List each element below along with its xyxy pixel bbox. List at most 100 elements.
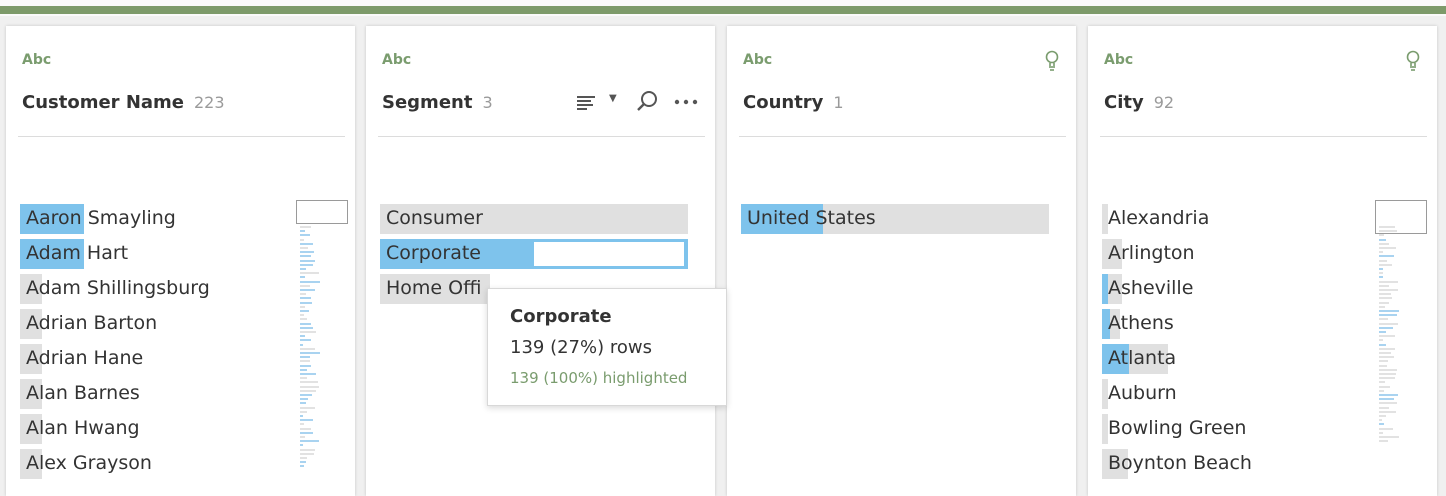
distribution-tick: [1379, 347, 1395, 350]
header-divider: [378, 136, 705, 137]
distribution-tick: [1379, 343, 1386, 346]
selection-box: [534, 242, 684, 266]
distribution-tick: [1379, 305, 1385, 308]
data-type-label: Abc: [1104, 52, 1134, 68]
distribution-tick: [300, 415, 303, 417]
distribution-tick: [1379, 398, 1394, 401]
distinct-count: 92: [1153, 93, 1175, 112]
value-label: Auburn: [1108, 382, 1177, 404]
distribution-tick: [1379, 385, 1390, 388]
distribution-tick: [1379, 247, 1396, 249]
header-divider: [18, 136, 345, 137]
field-name: Country: [743, 92, 824, 113]
sort-icon[interactable]: [577, 94, 597, 112]
distribution-tick: [300, 230, 305, 233]
distribution-tick: [300, 406, 315, 409]
distribution-tick: [300, 465, 304, 468]
distribution-tick: [300, 427, 311, 430]
distribution-tick: [300, 339, 311, 342]
distribution-tick: [1379, 293, 1391, 296]
distribution-tick: [300, 322, 311, 325]
value-label: Home Offi: [386, 277, 482, 299]
distribution-tick: [1379, 356, 1394, 359]
value-label: Consumer: [386, 207, 483, 229]
chevron-down-icon[interactable]: ▼: [609, 93, 617, 104]
distribution-tick: [1379, 251, 1383, 254]
value-label: Arlington: [1108, 242, 1195, 264]
distribution-tick: [300, 335, 305, 338]
value-label: Asheville: [1108, 277, 1194, 299]
distribution-tick: [1379, 394, 1398, 396]
distribution-scroll-overview[interactable]: [296, 200, 348, 480]
distribution-tick: [1379, 234, 1384, 237]
value-label: Adam Hart: [26, 242, 129, 264]
distribution-tick: [300, 276, 305, 279]
distribution-tick: [300, 272, 319, 275]
distribution-tick: [300, 419, 313, 422]
value-label: Adrian Hane: [26, 347, 144, 369]
scroll-viewport-indicator[interactable]: [296, 200, 348, 224]
top-bar: [0, 0, 1446, 16]
distribution-tick: [1379, 259, 1387, 262]
distribution-tick: [1379, 368, 1397, 371]
distribution-scroll-overview[interactable]: [1375, 200, 1427, 480]
distribution-tick: [300, 389, 316, 392]
distribution-tick: [1379, 322, 1398, 325]
data-type-label: Abc: [22, 52, 52, 68]
distribution-tick: [300, 436, 305, 438]
segment-tooltip: Corporate 139 (27%) rows 139 (100%) high…: [487, 288, 727, 406]
list-item-selected[interactable]: Corporate: [380, 239, 688, 269]
distribution-tick: [1379, 314, 1397, 317]
distribution-tick: [300, 226, 311, 228]
tooltip-title: Corporate: [510, 306, 612, 327]
distinct-count: 223: [194, 93, 225, 112]
header-divider: [1100, 136, 1427, 137]
distribution-tick: [1379, 310, 1399, 312]
distribution-tick: [300, 352, 320, 354]
field-header[interactable]: Country 1: [743, 92, 844, 113]
field-header[interactable]: Customer Name 223: [22, 92, 225, 113]
distribution-tick: [1379, 263, 1392, 266]
distribution-tick: [1379, 289, 1398, 291]
distribution-tick: [1379, 389, 1384, 392]
list-item[interactable]: Consumer: [380, 204, 688, 234]
list-item[interactable]: United States: [741, 204, 1049, 234]
distribution-tick: [1379, 440, 1388, 443]
distribution-tick: [300, 356, 310, 359]
distribution-tick: [300, 293, 306, 296]
lightbulb-icon[interactable]: [1406, 50, 1420, 72]
distribution-tick: [300, 452, 314, 455]
search-icon[interactable]: [635, 90, 659, 114]
distribution-tick: [300, 263, 313, 266]
distribution-tick: [300, 431, 313, 434]
distribution-tick: [300, 444, 303, 447]
distribution-tick: [300, 402, 306, 405]
distribution-tick: [1379, 377, 1395, 380]
field-header[interactable]: Segment 3: [382, 92, 493, 113]
profile-card-customer-name[interactable]: Abc Customer Name 223 Aaron Smayling Adam…: [6, 26, 355, 496]
profile-card-country[interactable]: Abc Country 1 United States: [727, 26, 1076, 496]
scroll-viewport-indicator[interactable]: [1375, 200, 1427, 234]
more-options-icon[interactable]: [674, 98, 700, 106]
field-header[interactable]: City 92: [1104, 92, 1174, 113]
distribution-tick: [300, 331, 316, 333]
profile-card-city[interactable]: Abc City 92 Alexandria Arlington Ashevill…: [1088, 26, 1437, 496]
distribution-tick: [300, 238, 304, 241]
distribution-tick: [1379, 427, 1393, 430]
distribution-tick: [300, 326, 313, 329]
distribution-tick: [300, 318, 307, 321]
lightbulb-icon[interactable]: [1045, 50, 1059, 72]
value-label: Boynton Beach: [1108, 452, 1252, 474]
distribution-tick: [1379, 415, 1386, 417]
distribution-tick: [300, 347, 315, 350]
distribution-tick: [300, 457, 307, 459]
distribution-tick: [300, 234, 310, 237]
value-label: Athens: [1108, 312, 1174, 334]
profile-card-segment[interactable]: Abc Segment 3 ▼ Consumer Corporate Home O…: [366, 26, 715, 496]
distribution-tick: [1379, 238, 1386, 241]
distribution-tick: [1379, 406, 1389, 409]
distribution-tick: [300, 247, 308, 249]
value-label: Bowling Green: [1108, 417, 1247, 439]
distribution-tick: [1379, 326, 1393, 329]
distribution-tick: [300, 381, 318, 384]
